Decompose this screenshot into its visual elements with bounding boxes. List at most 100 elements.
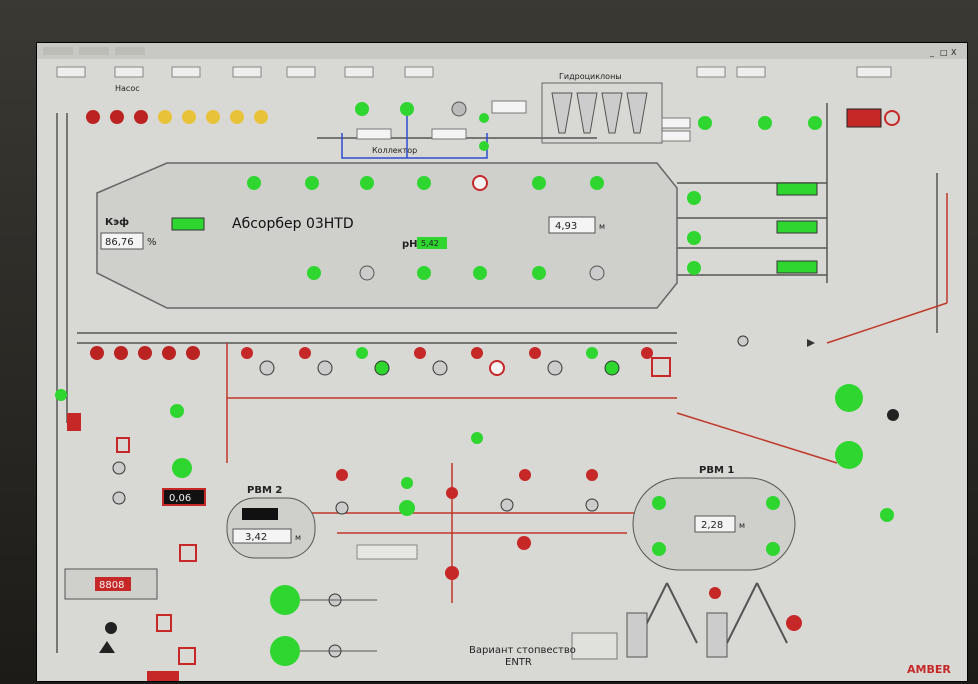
valve-icon[interactable] xyxy=(134,110,148,124)
command-button[interactable] xyxy=(356,544,418,560)
valve-icon[interactable] xyxy=(479,141,489,151)
pump-icon[interactable] xyxy=(259,360,275,376)
alarm-box[interactable] xyxy=(179,544,197,562)
agitator-icon[interactable] xyxy=(652,496,666,510)
valve-icon[interactable] xyxy=(114,346,128,360)
alarm-box[interactable] xyxy=(116,437,130,453)
pump-icon[interactable] xyxy=(399,500,415,516)
value-field[interactable] xyxy=(696,66,726,78)
agitator-icon[interactable] xyxy=(359,265,375,281)
agitator-icon[interactable] xyxy=(766,496,780,510)
agitator-icon[interactable] xyxy=(247,176,261,190)
pump-icon[interactable] xyxy=(400,102,414,116)
valve-icon[interactable] xyxy=(336,469,348,481)
alarm-box[interactable] xyxy=(178,647,196,665)
pump-icon[interactable] xyxy=(112,491,126,505)
value-field[interactable] xyxy=(114,66,144,78)
agitator-icon[interactable] xyxy=(417,176,431,190)
agitator-icon[interactable] xyxy=(652,542,666,556)
valve-icon[interactable] xyxy=(709,587,721,599)
menu-item[interactable] xyxy=(79,47,109,55)
value-field[interactable] xyxy=(232,66,262,78)
valve-icon[interactable] xyxy=(758,116,772,130)
valve-icon[interactable] xyxy=(356,347,368,359)
close-button[interactable]: X xyxy=(951,48,957,57)
agitator-icon[interactable] xyxy=(532,266,546,280)
valve-icon[interactable] xyxy=(299,347,311,359)
pump-icon[interactable] xyxy=(585,498,599,512)
valve-icon[interactable] xyxy=(471,432,483,444)
pump-icon[interactable] xyxy=(112,461,126,475)
pump-icon[interactable] xyxy=(835,441,863,469)
valve-icon[interactable] xyxy=(479,113,489,123)
valve-icon[interactable] xyxy=(519,469,531,481)
maximize-button[interactable]: □ xyxy=(940,48,948,57)
pump-icon[interactable] xyxy=(374,360,390,376)
menu-item[interactable] xyxy=(43,47,73,55)
valve-icon[interactable] xyxy=(471,347,483,359)
agitator-icon[interactable] xyxy=(532,176,546,190)
pump-icon[interactable] xyxy=(270,585,300,615)
agitator-icon[interactable] xyxy=(307,266,321,280)
value-field[interactable] xyxy=(661,130,691,142)
valve-icon[interactable] xyxy=(186,346,200,360)
pump-icon[interactable] xyxy=(432,360,448,376)
pump-icon[interactable] xyxy=(687,261,701,275)
value-field[interactable] xyxy=(404,66,434,78)
agitator-icon[interactable] xyxy=(766,542,780,556)
value-field[interactable] xyxy=(344,66,374,78)
valve-icon[interactable] xyxy=(808,116,822,130)
value-field[interactable] xyxy=(661,117,691,129)
value-field[interactable] xyxy=(286,66,316,78)
value-field[interactable] xyxy=(491,100,527,114)
agitator-icon[interactable] xyxy=(305,176,319,190)
pump-icon[interactable] xyxy=(786,615,802,631)
pump-icon[interactable] xyxy=(687,231,701,245)
pump-icon[interactable] xyxy=(547,360,563,376)
fan-icon[interactable] xyxy=(99,641,115,653)
agitator-icon[interactable] xyxy=(590,176,604,190)
alarm-box[interactable] xyxy=(156,614,172,632)
valve-icon[interactable] xyxy=(529,347,541,359)
valve-icon[interactable] xyxy=(446,487,458,499)
value-field[interactable] xyxy=(171,66,201,78)
pump-icon[interactable] xyxy=(835,384,863,412)
value-field[interactable] xyxy=(856,66,892,78)
alarm-box[interactable] xyxy=(651,357,671,377)
valve-icon[interactable] xyxy=(170,404,184,418)
valve-icon[interactable] xyxy=(698,116,712,130)
status-indicator[interactable] xyxy=(776,182,818,196)
alarm-indicator[interactable] xyxy=(846,108,882,128)
valve-icon[interactable] xyxy=(182,110,196,124)
status-indicator[interactable] xyxy=(171,217,205,231)
agitator-icon[interactable] xyxy=(472,175,488,191)
agitator-icon[interactable] xyxy=(473,266,487,280)
valve-icon[interactable] xyxy=(86,110,100,124)
menu-item[interactable] xyxy=(115,47,145,55)
valve-icon[interactable] xyxy=(110,110,124,124)
pump-icon[interactable] xyxy=(445,566,459,580)
pump-icon[interactable] xyxy=(517,536,531,550)
valve-icon[interactable] xyxy=(241,347,253,359)
pump-icon[interactable] xyxy=(880,508,894,522)
pump-icon[interactable] xyxy=(489,360,505,376)
valve-icon[interactable] xyxy=(586,347,598,359)
pump-icon[interactable] xyxy=(335,501,349,515)
valve-icon[interactable] xyxy=(737,335,749,347)
pump-icon[interactable] xyxy=(317,360,333,376)
valve-icon[interactable] xyxy=(401,477,413,489)
valve-icon[interactable] xyxy=(230,110,244,124)
valve-icon[interactable] xyxy=(158,110,172,124)
valve-icon[interactable] xyxy=(90,346,104,360)
status-indicator[interactable] xyxy=(776,260,818,274)
value-field[interactable] xyxy=(431,128,467,140)
pump-icon[interactable] xyxy=(500,498,514,512)
pump-icon[interactable] xyxy=(355,102,369,116)
value-field[interactable] xyxy=(736,66,766,78)
pump-icon[interactable] xyxy=(270,636,300,666)
valve-icon[interactable] xyxy=(254,110,268,124)
pump-icon[interactable] xyxy=(55,389,67,401)
agitator-icon[interactable] xyxy=(417,266,431,280)
agitator-icon[interactable] xyxy=(360,176,374,190)
alarm-indicator[interactable] xyxy=(147,671,179,681)
